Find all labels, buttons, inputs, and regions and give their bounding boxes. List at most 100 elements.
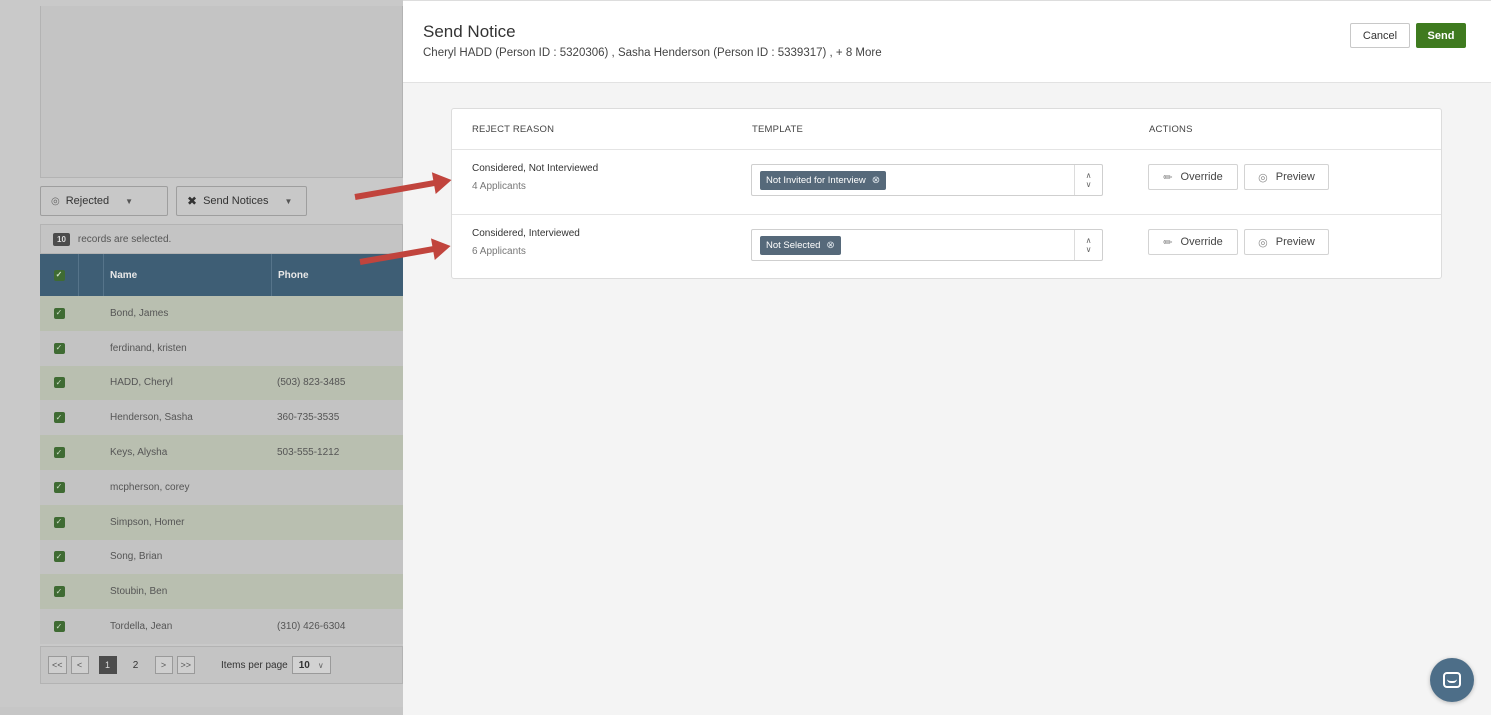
notice-table: REJECT REASON TEMPLATE ACTIONS Considere… <box>451 108 1442 279</box>
override-button[interactable]: ✏ Override <box>1148 229 1238 255</box>
selection-bar: 10 records are selected. <box>40 224 403 254</box>
template-tag: Not Selected ⊗ <box>760 236 841 255</box>
row-checkbox[interactable]: ✓ <box>53 377 65 389</box>
template-tag-label: Not Selected <box>766 240 821 251</box>
background-footer <box>0 707 403 715</box>
table-row[interactable]: ✓ Simpson, Homer <box>40 504 403 540</box>
grid-header: ✓ Name Phone <box>40 254 403 296</box>
items-per-page-value: 10 <box>298 659 310 671</box>
items-per-page-label: Items per page <box>221 659 288 671</box>
row-name: HADD, Cheryl <box>110 377 173 389</box>
row-name: Song, Brian <box>110 551 163 563</box>
preview-button[interactable]: ◎ Preview <box>1244 229 1329 255</box>
panel-subtitle: Cheryl HADD (Person ID : 5320306) , Sash… <box>423 47 882 59</box>
row-name: Simpson, Homer <box>110 516 185 528</box>
row-checkbox[interactable]: ✓ <box>53 342 65 354</box>
eye-icon: ◎ <box>1258 171 1268 184</box>
panel-header: Send Notice Cheryl HADD (Person ID : 532… <box>403 1 1491 83</box>
cancel-button[interactable]: Cancel <box>1350 23 1410 48</box>
table-row[interactable]: ✓ HADD, Cheryl (503) 823-3485 <box>40 365 403 401</box>
last-page-button[interactable]: >> <box>176 656 196 674</box>
preview-label: Preview <box>1275 236 1315 248</box>
template-select[interactable]: Not Invited for Interview ⊗ ∧ ∨ <box>751 164 1103 196</box>
row-checkbox[interactable]: ✓ <box>53 481 65 493</box>
row-name: mcpherson, corey <box>110 481 190 493</box>
row-checkbox[interactable]: ✓ <box>53 307 65 319</box>
applicant-grid: ✓ Name Phone ✓ Bond, James ✓ ferdinand, … <box>40 254 403 644</box>
chat-launcher-button[interactable] <box>1430 658 1474 702</box>
row-phone: (503) 823-3485 <box>277 377 346 389</box>
table-row[interactable]: ✓ Stoubin, Ben <box>40 574 403 610</box>
row-name: Bond, James <box>110 307 169 319</box>
caret-down-icon: ▼ <box>284 196 293 206</box>
pencil-icon: ✏ <box>1163 236 1173 249</box>
background-card <box>40 6 403 178</box>
grid-body: ✓ Bond, James ✓ ferdinand, kristen ✓ HAD… <box>40 296 403 644</box>
eye-icon: ◎ <box>1258 236 1268 249</box>
select-arrows-icon[interactable]: ∧ ∨ <box>1074 165 1102 195</box>
column-header-actions: ACTIONS <box>1149 124 1193 135</box>
chevron-down-icon: ∨ <box>317 660 324 670</box>
rejected-filter-dropdown[interactable]: ◎ Rejected ▼ <box>40 186 168 216</box>
table-row[interactable]: ✓ Keys, Alysha 503-555-1212 <box>40 435 403 470</box>
override-button[interactable]: ✏ Override <box>1148 164 1238 190</box>
reject-reason-title: Considered, Interviewed <box>472 228 580 239</box>
row-name: Tordella, Jean <box>110 621 173 633</box>
row-name: Henderson, Sasha <box>110 412 193 424</box>
row-phone: 360-735-3535 <box>277 412 340 424</box>
send-notices-label: Send Notices <box>203 195 269 207</box>
panel-title: Send Notice <box>423 22 516 41</box>
row-checkbox[interactable]: ✓ <box>53 516 65 528</box>
row-checkbox[interactable]: ✓ <box>53 412 65 424</box>
pagination-bar: << < 1 2 > >> Items per page 10 ∨ <box>40 646 403 684</box>
template-tag: Not Invited for Interview ⊗ <box>760 171 887 190</box>
table-row[interactable]: ✓ Henderson, Sasha 360-735-3535 <box>40 400 403 436</box>
override-label: Override <box>1180 171 1223 183</box>
table-row[interactable]: ✓ mcpherson, corey <box>40 469 403 505</box>
applicant-count: 6 Applicants <box>472 246 526 257</box>
row-phone: 503-555-1212 <box>277 447 340 459</box>
page-1-button[interactable]: 1 <box>98 656 117 674</box>
table-row[interactable]: ✓ ferdinand, kristen <box>40 330 403 366</box>
pencil-icon: ✏ <box>1163 171 1173 184</box>
page-2-button[interactable]: 2 <box>127 660 145 671</box>
send-notices-dropdown[interactable]: ✖ Send Notices ▼ <box>176 186 307 216</box>
column-header-name[interactable]: Name <box>104 270 271 281</box>
template-tag-label: Not Invited for Interview <box>766 175 866 186</box>
row-name: ferdinand, kristen <box>110 342 187 354</box>
template-select[interactable]: Not Selected ⊗ ∧ ∨ <box>751 229 1103 261</box>
row-checkbox[interactable]: ✓ <box>53 586 65 598</box>
circle-x-icon[interactable]: ⊗ <box>826 240 834 251</box>
circle-x-icon[interactable]: ⊗ <box>872 175 880 186</box>
applicant-count: 4 Applicants <box>472 181 526 192</box>
table-row[interactable]: ✓ Bond, James <box>40 296 403 331</box>
preview-label: Preview <box>1275 171 1315 183</box>
reject-reason-title: Considered, Not Interviewed <box>472 163 599 174</box>
preview-button[interactable]: ◎ Preview <box>1244 164 1329 190</box>
rejected-filter-label: Rejected <box>65 195 110 207</box>
next-page-button[interactable]: > <box>154 656 173 674</box>
send-notice-panel: Send Notice Cheryl HADD (Person ID : 532… <box>403 0 1491 715</box>
previous-page-button[interactable]: < <box>70 656 89 674</box>
table-row[interactable]: ✓ Song, Brian <box>40 539 403 575</box>
table-row: Considered, Not Interviewed 4 Applicants… <box>452 149 1441 214</box>
grid-header-spacer <box>78 254 104 296</box>
column-header-template: TEMPLATE <box>752 124 804 135</box>
table-row: Considered, Interviewed 6 Applicants Not… <box>452 214 1441 279</box>
first-page-button[interactable]: << <box>48 656 67 674</box>
running-person-icon: ✖ <box>187 194 198 208</box>
table-row[interactable]: ✓ Tordella, Jean (310) 426-6304 <box>40 609 403 644</box>
row-name: Keys, Alysha <box>110 447 168 459</box>
row-checkbox[interactable]: ✓ <box>53 621 65 633</box>
row-checkbox[interactable]: ✓ <box>53 447 65 459</box>
row-name: Stoubin, Ben <box>110 586 168 598</box>
send-button[interactable]: Send <box>1416 23 1466 48</box>
select-all-checkbox[interactable]: ✓ <box>53 269 65 281</box>
select-arrows-icon[interactable]: ∧ ∨ <box>1074 230 1102 260</box>
row-checkbox[interactable]: ✓ <box>53 551 65 563</box>
items-per-page-select[interactable]: 10 ∨ <box>291 656 331 674</box>
row-phone: (310) 426-6304 <box>277 621 346 633</box>
eye-icon: ◎ <box>51 195 60 207</box>
background-page: ◎ Rejected ▼ ✖ Send Notices ▼ 10 records… <box>0 0 403 715</box>
chat-bubble-icon <box>1443 672 1461 688</box>
